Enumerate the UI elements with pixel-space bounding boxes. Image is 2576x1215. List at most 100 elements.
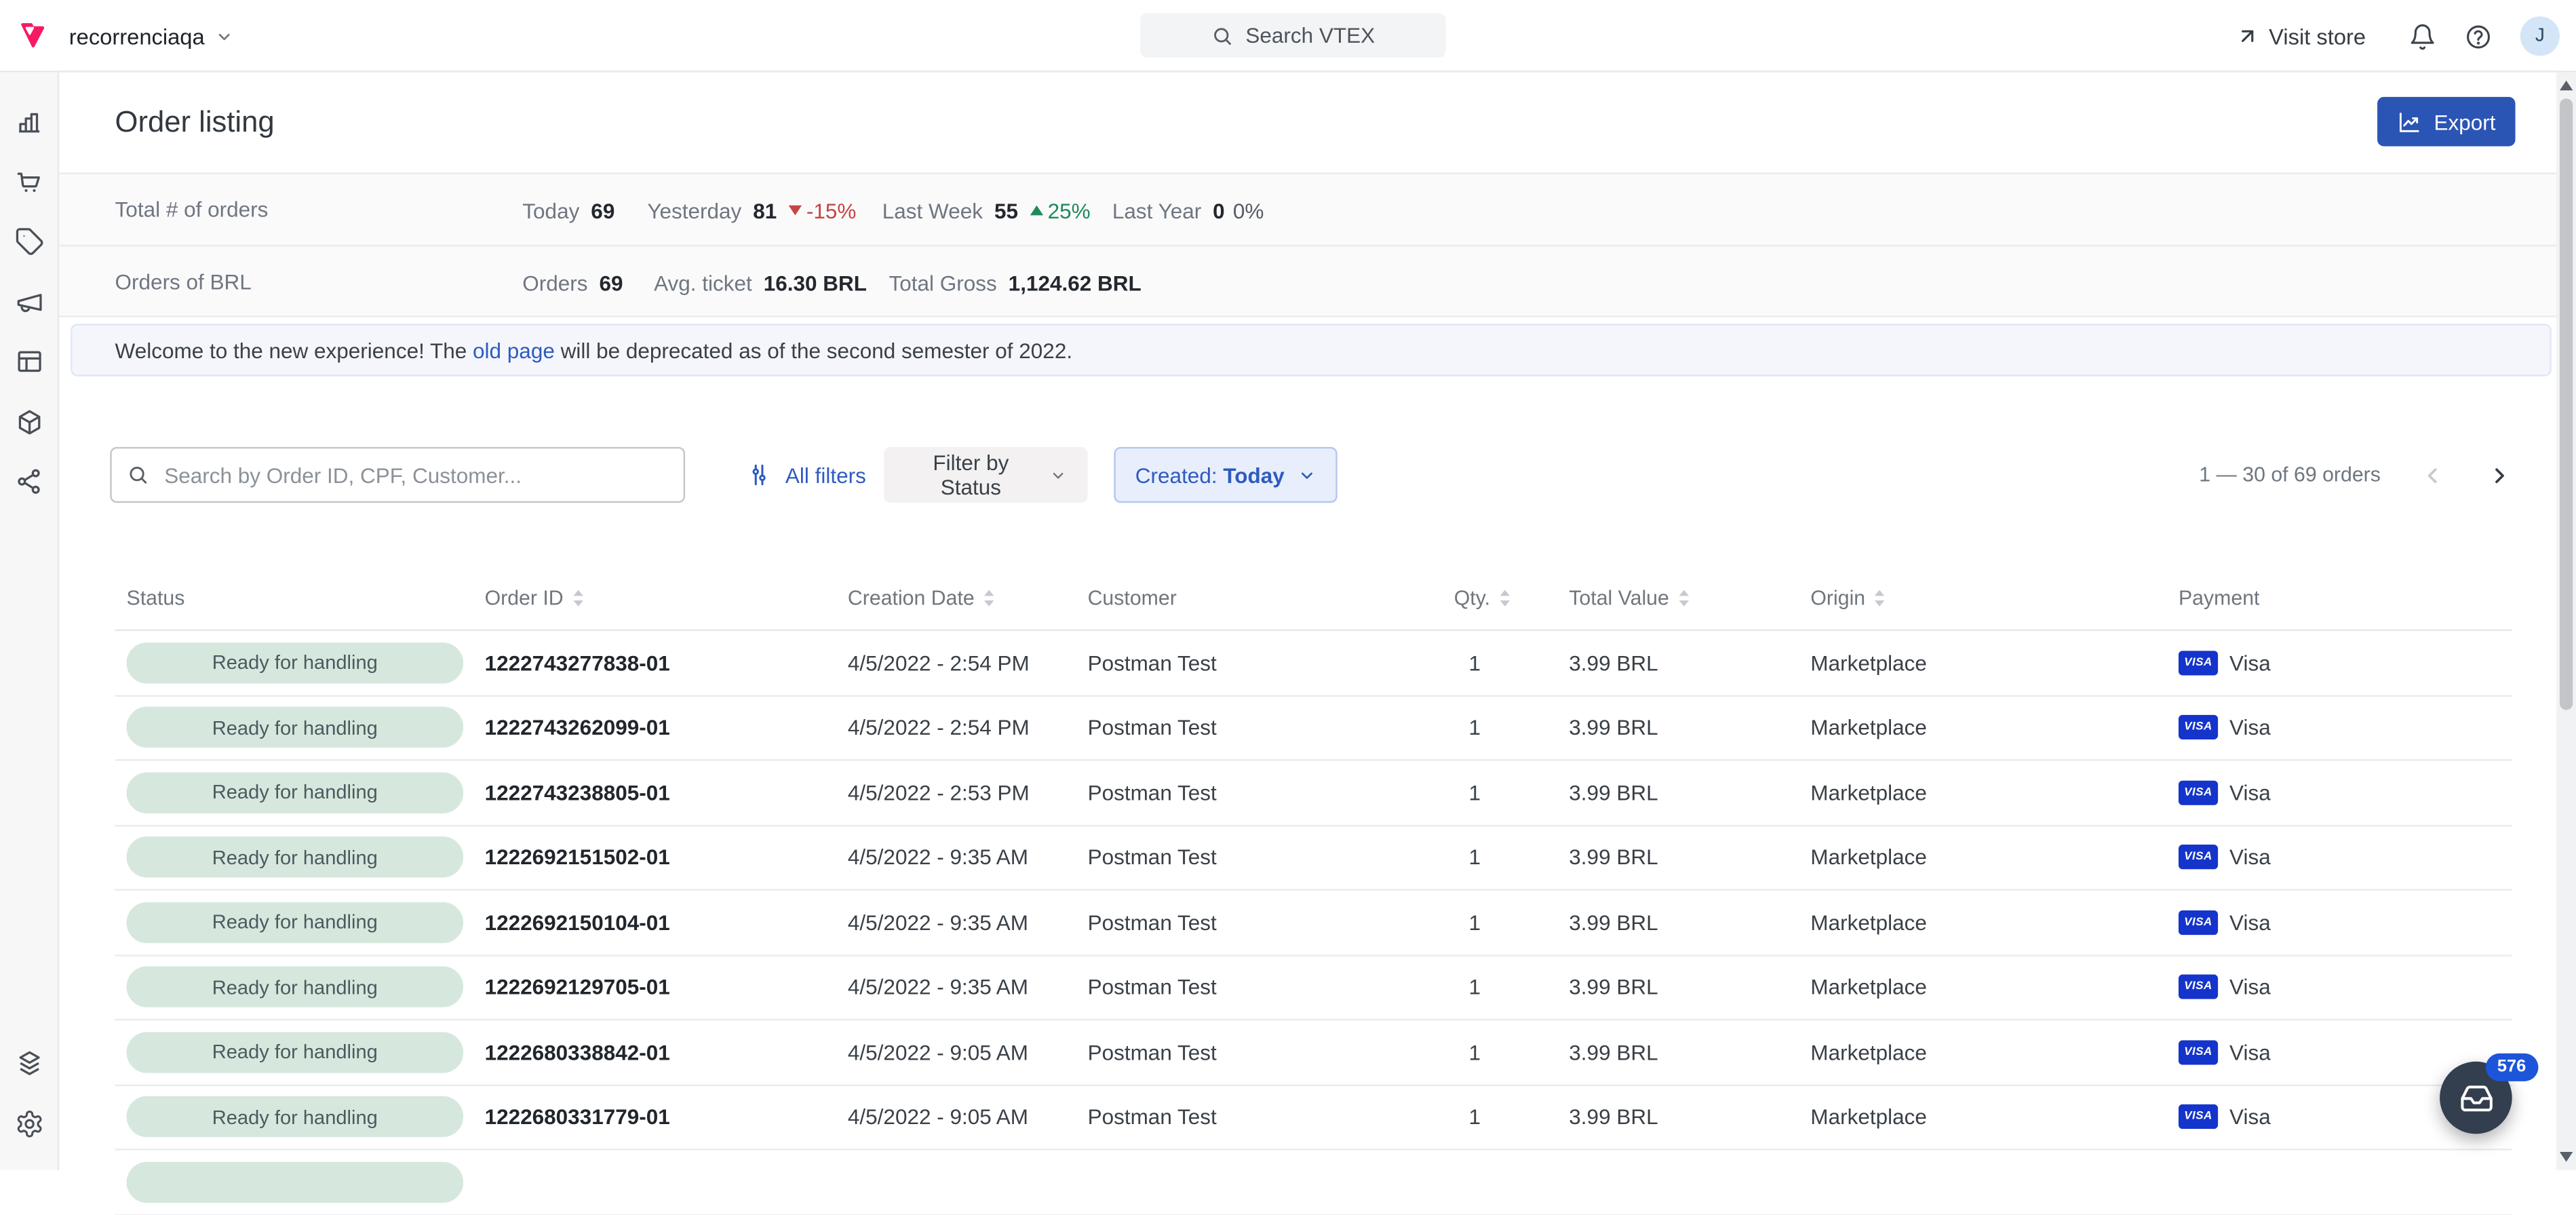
all-filters-button[interactable]: All filters [746,447,866,503]
origin-cell: Marketplace [1810,1104,2179,1129]
tag-icon[interactable] [15,227,45,256]
stat-label: Last Week [882,198,983,223]
status-cell: Ready for handling [115,837,485,879]
order-id-cell[interactable]: 1222680338842-01 [485,1040,848,1064]
previous-page-button[interactable] [2420,463,2444,487]
order-id-cell[interactable]: 1222692129705-01 [485,975,848,999]
table-row[interactable]: Ready for handling1222680338842-014/5/20… [115,1020,2512,1085]
status-filter-label: Filter by Status [905,450,1036,500]
creation-date-cell: 4/5/2022 - 9:35 AM [848,910,1088,934]
sort-icon[interactable] [1677,587,1690,607]
column-header-label: Status [127,586,185,609]
account-switcher[interactable]: recorrenciaqa [69,0,233,73]
column-header-qty[interactable]: Qty. [1454,586,1569,609]
share-network-icon[interactable] [15,467,45,497]
vtex-logo-icon [16,20,49,52]
chevron-down-icon [1297,466,1316,484]
page-title: Order listing [115,73,275,173]
help-icon[interactable] [2464,22,2492,50]
visit-store-label: Visit store [2269,24,2366,48]
status-badge: Ready for handling [127,707,464,748]
visa-card-icon: VISA [2179,910,2218,934]
stat-value: 16.30 BRL [764,270,867,294]
bar-chart-icon[interactable] [15,107,45,136]
stat-delta: 25% [1030,198,1091,223]
arrow-up-right-icon [2236,24,2259,47]
order-id-cell[interactable]: 1222692151502-01 [485,845,848,870]
global-search-button[interactable]: Search VTEX [1140,13,1446,57]
sort-icon[interactable] [1498,587,1511,607]
status-badge: Ready for handling [127,772,464,813]
total-value-cell: 3.99 BRL [1569,975,1810,999]
notifications-bell-icon[interactable] [2408,22,2436,50]
column-header-customer: Customer [1088,586,1454,609]
user-avatar[interactable]: J [2520,16,2560,56]
filter-by-status-dropdown[interactable]: Filter by Status [884,447,1087,503]
search-icon [1211,24,1234,47]
layout-icon[interactable] [15,347,45,377]
topbar: recorrenciaqa Search VTEX Visit store J [0,0,2576,73]
column-header-total-value[interactable]: Total Value [1569,586,1810,609]
order-id-cell[interactable]: 1222692150104-01 [485,910,848,934]
total-value-cell: 3.99 BRL [1569,1104,1810,1129]
line-chart-icon [2398,109,2422,134]
export-label: Export [2434,109,2495,134]
stat-label: Yesterday [647,198,741,223]
cube-icon[interactable] [15,407,45,437]
status-badge: Ready for handling [127,837,464,879]
megaphone-icon[interactable] [15,287,45,317]
table-row[interactable]: Ready for handling1222692129705-014/5/20… [115,956,2512,1021]
customer-cell: Postman Test [1088,780,1454,805]
scroll-up-arrow-icon[interactable] [2560,81,2573,91]
table-row[interactable]: Ready for handling1222743262099-014/5/20… [115,696,2512,761]
order-id-cell[interactable]: 1222743277838-01 [485,651,848,675]
all-filters-label: All filters [785,463,866,487]
order-id-cell[interactable]: 1222743262099-01 [485,715,848,739]
export-button[interactable]: Export [2378,97,2515,147]
table-row-partial[interactable] [115,1151,2512,1215]
scrollbar[interactable] [2556,73,2576,1171]
creation-date-cell: 4/5/2022 - 9:05 AM [848,1104,1088,1129]
scroll-down-arrow-icon[interactable] [2560,1152,2573,1162]
next-page-button[interactable] [2487,463,2512,487]
visa-card-icon: VISA [2179,651,2218,675]
column-header-origin[interactable]: Origin [1810,586,2179,609]
gear-icon[interactable] [15,1108,45,1138]
layers-icon[interactable] [15,1048,45,1078]
payment-method-label: Visa [2229,910,2271,934]
sort-icon[interactable] [983,587,996,607]
quantity-cell: 1 [1454,1040,1569,1064]
column-header-payment: Payment [2179,586,2512,609]
column-header-order-id[interactable]: Order ID [485,586,848,609]
table-row[interactable]: Ready for handling1222743277838-014/5/20… [115,631,2512,696]
shopping-cart-icon[interactable] [15,167,45,197]
customer-cell: Postman Test [1088,975,1454,999]
payment-method-label: Visa [2229,780,2271,805]
stat-label: Total Gross [889,270,996,294]
visit-store-button[interactable]: Visit store [2236,24,2366,48]
order-search-input[interactable] [110,447,685,503]
column-header-creation-date[interactable]: Creation Date [848,586,1088,609]
table-row[interactable]: Ready for handling1222680331779-014/5/20… [115,1085,2512,1151]
sort-icon[interactable] [572,587,585,607]
stat-value: 0 [1213,198,1225,223]
scrollbar-thumb[interactable] [2560,98,2573,710]
order-id-cell[interactable]: 1222743238805-01 [485,780,848,805]
filter-toolbar: All filters Filter by Status Created: To… [59,447,2576,503]
account-name: recorrenciaqa [69,24,205,48]
column-header-status: Status [115,586,485,609]
table-row[interactable]: Ready for handling1222692150104-014/5/20… [115,891,2512,956]
table-header-row: Status Order IDCreation DateCustomerQty.T… [115,565,2512,631]
sort-icon[interactable] [1873,587,1886,607]
order-id-cell[interactable]: 1222680331779-01 [485,1104,848,1129]
stat-delta: 0% [1233,198,1264,223]
sidebar [0,73,59,1171]
chevron-down-icon [214,27,233,45]
created-filter-dropdown[interactable]: Created: Today [1114,447,1337,503]
table-row[interactable]: Ready for handling1222692151502-014/5/20… [115,826,2512,891]
old-page-link[interactable]: old page [473,338,555,362]
payment-cell: VISA Visa [2179,910,2512,934]
status-cell: Ready for handling [115,1096,485,1138]
visa-card-icon: VISA [2179,780,2218,805]
table-row[interactable]: Ready for handling1222743238805-014/5/20… [115,761,2512,826]
